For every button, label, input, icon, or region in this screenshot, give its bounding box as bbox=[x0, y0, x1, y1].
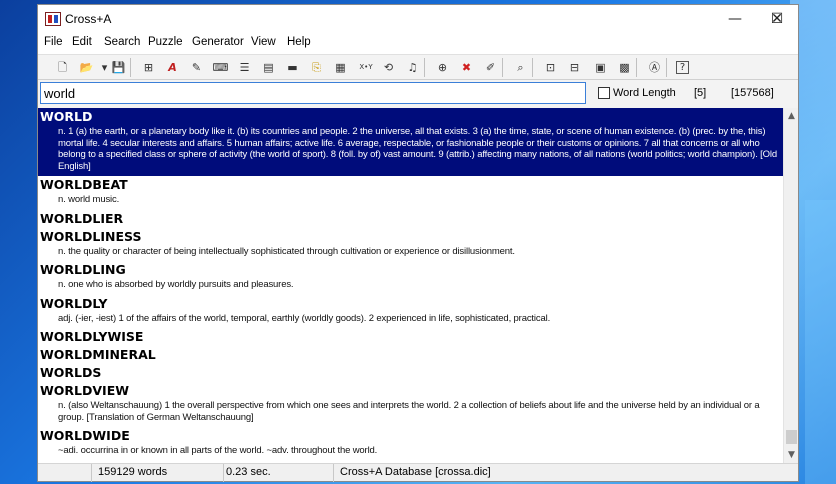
grid-d-icon[interactable]: ▩ bbox=[616, 59, 633, 76]
word-length-checkbox[interactable] bbox=[598, 87, 610, 99]
status-empty-cell bbox=[38, 464, 92, 482]
list-item[interactable]: WORLDLING n. one who is absorbed by world… bbox=[38, 261, 783, 295]
list-item[interactable]: WORLDWIDE ~adi. occurrina in or known in … bbox=[38, 427, 783, 461]
toolbar-separator bbox=[636, 58, 637, 77]
list-item[interactable]: WORLDS bbox=[38, 364, 783, 382]
wallpaper-light-ray bbox=[805, 200, 836, 484]
entry-headword: WORLDLING bbox=[40, 262, 126, 277]
list-item[interactable]: WORLDLIER bbox=[38, 210, 783, 228]
new-icon[interactable]: 🗋 bbox=[54, 59, 71, 76]
list-item[interactable]: WORLD n. 1 (a) the earth, or a planetary … bbox=[38, 108, 783, 176]
scroll-down-icon[interactable]: ▼ bbox=[784, 447, 799, 463]
clues-icon[interactable]: ☰ bbox=[236, 59, 253, 76]
list-item[interactable]: WORLDMINERAL bbox=[38, 346, 783, 364]
entry-headword: WORLD bbox=[40, 109, 93, 124]
delete-icon[interactable]: ✖ bbox=[458, 59, 475, 76]
toolbar-separator bbox=[502, 58, 503, 77]
status-time: 0.23 sec. bbox=[224, 464, 334, 482]
entry-headword: WORLDWIDE bbox=[40, 428, 130, 443]
entry-headword: WORLDS bbox=[40, 365, 102, 380]
search-input[interactable] bbox=[40, 82, 586, 104]
menu-help[interactable]: Help bbox=[287, 36, 311, 48]
search-icon[interactable]: ⌕ bbox=[512, 59, 529, 76]
scroll-thumb[interactable] bbox=[786, 430, 797, 444]
results-list[interactable]: WORLD n. 1 (a) the earth, or a planetary … bbox=[38, 108, 783, 463]
grid-a-icon[interactable]: ⊡ bbox=[542, 59, 559, 76]
list-icon[interactable]: ▤ bbox=[260, 59, 277, 76]
vertical-scrollbar[interactable]: ▲ ▼ bbox=[783, 108, 798, 463]
toolbar: 🗋 📂 ▾ 💾 ⊞ A ✎ ⌨ ☰ ▤ ▬ ⎘ ▦ X•Y ⟲ ♫ ⊕ ✖ ✐ ⌕ ⊡ ⊟ ▣ ▩ Ⓐ? bbox=[38, 54, 798, 80]
status-word-count: 159129 words bbox=[92, 464, 224, 482]
toolbar-separator bbox=[424, 58, 425, 77]
font-icon[interactable]: A bbox=[164, 59, 181, 76]
total-count: [157568] bbox=[731, 87, 774, 99]
fill-icon[interactable]: ⌨ bbox=[212, 59, 229, 76]
keys-icon[interactable]: ⎘ bbox=[308, 59, 325, 76]
entry-definition: adj. (-ier, -iest) 1 of the affairs of t… bbox=[58, 312, 551, 324]
list-item[interactable]: WORLDLY adj. (-ier, -iest) 1 of the affai… bbox=[38, 295, 783, 329]
grid-c-icon[interactable]: ▣ bbox=[592, 59, 609, 76]
entry-definition: n. one who is absorbed by worldly pursui… bbox=[58, 279, 294, 290]
find-word-icon[interactable]: ✎ bbox=[188, 59, 205, 76]
window-title: Cross+A bbox=[65, 12, 112, 26]
help-icon[interactable]: ? bbox=[676, 61, 689, 74]
list-item[interactable]: WORLDBEAT n. world music. bbox=[38, 176, 783, 210]
status-database: Cross+A Database [crossa.dic] bbox=[340, 466, 491, 478]
toolbar-separator bbox=[532, 58, 533, 77]
entry-headword: WORLDLINESS bbox=[40, 228, 142, 244]
flag-icon[interactable]: ▬ bbox=[284, 59, 301, 76]
entry-definition: n. the quality or character of being int… bbox=[58, 245, 515, 257]
entry-headword: WORLDLIER bbox=[40, 210, 124, 226]
menu-edit[interactable]: Edit bbox=[72, 36, 92, 48]
search-row: Word Length [5] [157568] bbox=[38, 80, 798, 108]
toolbar-separator bbox=[666, 58, 667, 77]
save-icon[interactable]: 💾 bbox=[110, 59, 127, 76]
app-window: Cross+A — ☐ ✕ File Edit Search Puzzle Ge… bbox=[37, 4, 799, 482]
rotate-icon[interactable]: ⟲ bbox=[380, 59, 397, 76]
list-item[interactable]: WORLDLYWISE bbox=[38, 328, 783, 346]
menu-search[interactable]: Search bbox=[104, 36, 140, 48]
entry-definition: ~adi. occurrina in or known in all parts… bbox=[58, 445, 378, 456]
entry-definition: n. 1 (a) the earth, or a planetary body … bbox=[58, 126, 777, 172]
menu-bar: File Edit Search Puzzle Generator View H… bbox=[38, 34, 798, 54]
entry-definition: n. world music. bbox=[58, 194, 120, 205]
edit-icon[interactable]: ✐ bbox=[482, 59, 499, 76]
entry-headword: WORLDBEAT bbox=[40, 177, 128, 192]
music-icon[interactable]: ♫ bbox=[404, 59, 421, 76]
match-count: [5] bbox=[694, 87, 707, 99]
close-button[interactable]: ✕ bbox=[756, 5, 798, 33]
menu-generator[interactable]: Generator bbox=[192, 36, 244, 48]
entry-definition: n. (also Weltanschauung) 1 the overall p… bbox=[58, 400, 760, 423]
open-icon[interactable]: 📂 bbox=[78, 59, 95, 76]
entry-headword: WORLDLY bbox=[40, 295, 108, 311]
entry-headword: WORLDLYWISE bbox=[40, 329, 144, 344]
add-icon[interactable]: ⊕ bbox=[434, 59, 451, 76]
minimize-button[interactable]: — bbox=[714, 5, 756, 33]
menu-view[interactable]: View bbox=[251, 36, 276, 48]
xy-icon[interactable]: X•Y bbox=[356, 59, 376, 76]
app-logo-icon bbox=[45, 12, 61, 26]
menu-puzzle[interactable]: Puzzle bbox=[148, 36, 183, 48]
word-length-label: Word Length bbox=[613, 87, 676, 99]
list-item[interactable]: WORLDVIEW n. (also Weltanschauung) 1 the … bbox=[38, 382, 783, 427]
grid-b-icon[interactable]: ⊟ bbox=[566, 59, 583, 76]
abc-icon[interactable]: Ⓐ bbox=[646, 59, 663, 76]
status-bar: 159129 words 0.23 sec. Cross+A Database … bbox=[38, 463, 798, 482]
entry-headword: WORLDVIEW bbox=[40, 383, 130, 398]
grid-icon[interactable]: ▦ bbox=[332, 59, 349, 76]
list-item[interactable]: WORLDLINESS n. the quality or character o… bbox=[38, 228, 783, 262]
scroll-up-icon[interactable]: ▲ bbox=[784, 108, 799, 124]
entry-headword: WORLDMINERAL bbox=[40, 347, 156, 362]
toolbar-separator bbox=[130, 58, 131, 77]
grid-link-icon[interactable]: ⊞ bbox=[140, 59, 157, 76]
menu-file[interactable]: File bbox=[44, 36, 63, 48]
title-bar[interactable]: Cross+A — ☐ bbox=[38, 5, 798, 33]
